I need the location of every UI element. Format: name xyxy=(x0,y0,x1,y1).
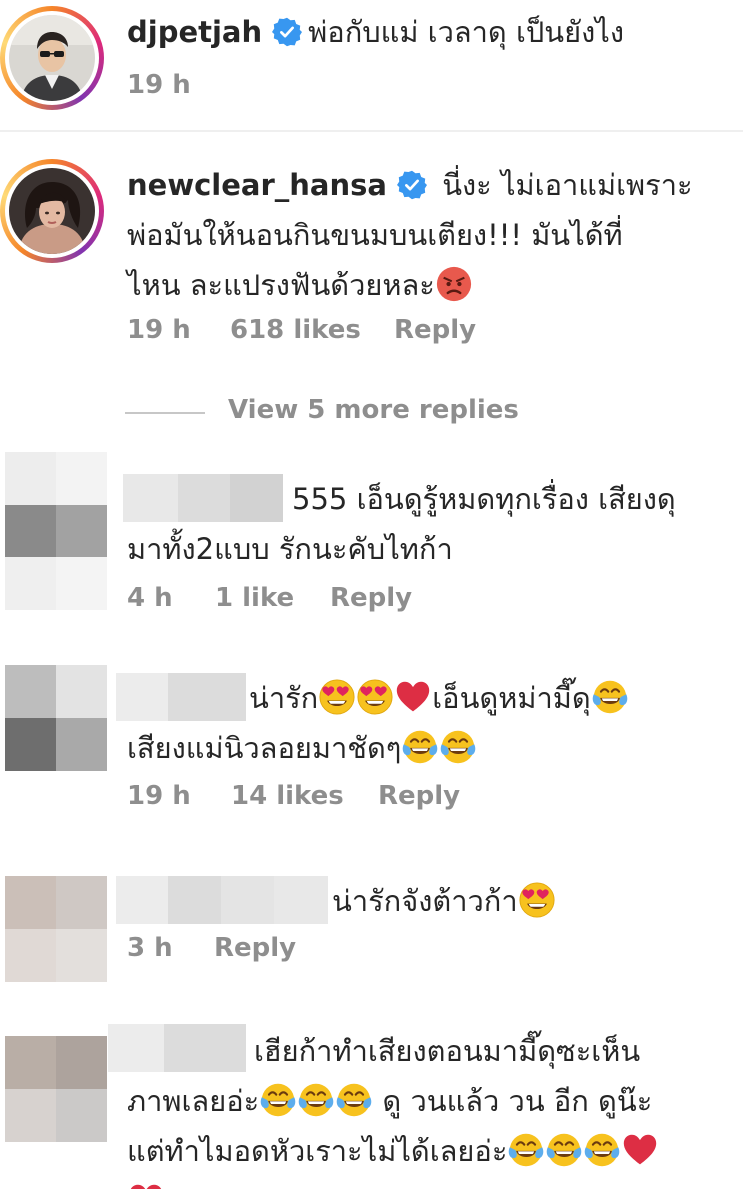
comment-meta: 19 h 618 likes Reply xyxy=(127,315,527,345)
comment-body-line-1: 555 เอ็นดูรู้หมดทุกเรื่อง เสียงดุ xyxy=(292,482,676,516)
red-heart-emoji xyxy=(395,679,431,715)
heart-eyes-emoji xyxy=(357,679,393,715)
tears-of-joy-emoji xyxy=(546,1132,582,1168)
verified-badge-icon xyxy=(397,170,427,200)
angry-face-emoji xyxy=(436,266,472,302)
reply-2: น่ารัก เอ็นดูหม่ามี๊ดุ เสียงแม่นิวลอยมาชั… xyxy=(0,665,743,825)
avatar-blurred[interactable] xyxy=(5,452,107,610)
timestamp: 19 h xyxy=(127,315,191,345)
comment-text: newclear_hansa นี่งะ ไม่เอาแม่เพราะ พ่อม… xyxy=(127,160,737,310)
comment-meta: 4 h 1 like Reply xyxy=(127,583,527,613)
comment-body-line-3: แต่ทำไมอดหัวเราะไม่ได้เลยอ่ะ xyxy=(127,1134,508,1168)
comment-body-line-2b: ดู วนแล้ว วน อีก ดูน๊ะ xyxy=(382,1084,653,1118)
comment-text: 555 เอ็นดูรู้หมดทุกเรื่อง เสียงดุ มาทั้ง… xyxy=(127,474,737,574)
tears-of-joy-emoji xyxy=(336,1082,372,1118)
red-heart-emoji xyxy=(128,1182,164,1189)
reply-button[interactable]: Reply xyxy=(214,933,296,963)
comment-body-line-2: มาทั้ง2แบบ รักนะคับไทก้า xyxy=(127,532,453,566)
heart-eyes-emoji xyxy=(319,679,355,715)
timestamp: 3 h xyxy=(127,933,173,963)
tears-of-joy-emoji xyxy=(440,729,476,765)
avatar-blurred[interactable] xyxy=(5,876,107,982)
comment-text: น่ารัก เอ็นดูหม่ามี๊ดุ เสียงแม่นิวลอยมาชั… xyxy=(127,673,737,773)
tears-of-joy-emoji xyxy=(508,1132,544,1168)
comment-meta: 19 h 14 likes Reply xyxy=(127,781,527,811)
comment-body-line-1: นี่งะ ไม่เอาแม่เพราะ xyxy=(442,168,693,202)
reply-button[interactable]: Reply xyxy=(394,315,476,345)
timestamp: 19 h xyxy=(127,781,191,811)
comment-body-line-1b: เอ็นดูหม่ามี๊ดุ xyxy=(432,681,591,715)
likes-count[interactable]: 618 likes xyxy=(230,315,361,345)
avatar[interactable] xyxy=(0,159,104,263)
reply-button[interactable]: Reply xyxy=(378,781,460,811)
tears-of-joy-emoji xyxy=(298,1082,334,1118)
comment-body-line-1: น่ารักจังต้าวก้า xyxy=(332,884,518,918)
comment-meta: 3 h Reply xyxy=(127,933,527,963)
comment-body-line-2: พ่อมันให้นอนกินขนมบนเตียง!!! มันได้ที่ xyxy=(127,218,623,252)
view-more-line xyxy=(125,412,205,414)
red-heart-emoji xyxy=(622,1132,658,1168)
reply-4: เฮียก้าทำเสียงตอนมามี๊ดุซะเห็น ภาพเลยอ่ะ… xyxy=(0,1024,743,1189)
comment-body-line-1: เฮียก้าทำเสียงตอนมามี๊ดุซะเห็น xyxy=(254,1034,641,1068)
heart-eyes-emoji xyxy=(519,882,555,918)
comment-body-line-2a: ภาพเลยอ่ะ xyxy=(127,1084,260,1118)
view-more-label[interactable]: View 5 more replies xyxy=(228,395,519,425)
username[interactable]: newclear_hansa xyxy=(127,168,387,202)
comment-text: เฮียก้าทำเสียงตอนมามี๊ดุซะเห็น ภาพเลยอ่ะ… xyxy=(127,1026,737,1189)
avatar-photo xyxy=(9,168,95,254)
comment-body-line-1a: น่ารัก xyxy=(249,681,319,715)
comment-text: น่ารักจังต้าวก้า xyxy=(127,876,737,926)
avatar-blurred[interactable] xyxy=(5,1036,107,1142)
comment-body-line-2: เสียงแม่นิวลอยมาชัดๆ xyxy=(127,731,402,765)
tears-of-joy-emoji xyxy=(584,1132,620,1168)
comment-body-line-3: ไหน ละแปรงฟันด้วยหละ xyxy=(127,268,435,302)
likes-count[interactable]: 14 likes xyxy=(231,781,344,811)
reply-1: 555 เอ็นดูรู้หมดทุกเรื่อง เสียงดุ มาทั้ง… xyxy=(0,452,743,622)
tears-of-joy-emoji xyxy=(402,729,438,765)
likes-count[interactable]: 1 like xyxy=(215,583,294,613)
tears-of-joy-emoji xyxy=(260,1082,296,1118)
timestamp: 4 h xyxy=(127,583,173,613)
reply-3: น่ารักจังต้าวก้า 3 h Reply xyxy=(0,876,743,996)
comment-newclear-hansa: newclear_hansa นี่งะ ไม่เอาแม่เพราะ พ่อม… xyxy=(0,0,743,390)
reply-button[interactable]: Reply xyxy=(330,583,412,613)
tears-of-joy-emoji xyxy=(592,679,628,715)
avatar-blurred[interactable] xyxy=(5,665,107,771)
